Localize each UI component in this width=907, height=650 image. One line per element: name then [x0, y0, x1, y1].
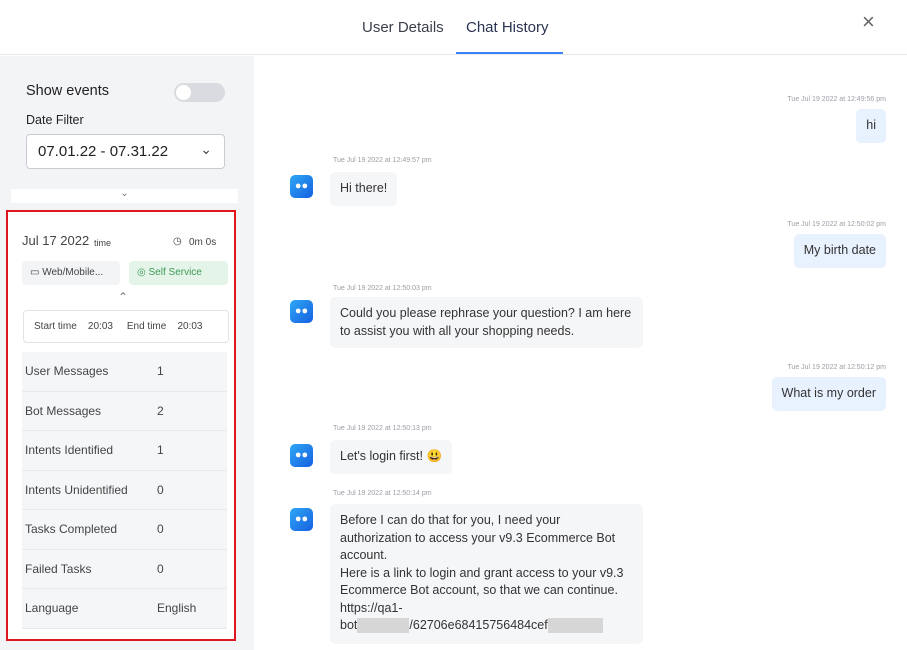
message-timestamp: Tue Jul 19 2022 at 12:50:14 pm [333, 490, 432, 497]
stat-value: 0 [157, 483, 164, 497]
bot-message: Hi there! [330, 172, 397, 206]
stat-row: User Messages1 [22, 352, 227, 392]
end-time-value: 20:03 [177, 321, 202, 332]
tab-user-details[interactable]: User Details [362, 19, 444, 36]
stat-value: 1 [157, 443, 164, 457]
redacted-text [357, 618, 409, 633]
stat-value: 0 [157, 522, 164, 536]
bot-message: Let's login first! 😃 [330, 440, 452, 474]
start-time-value: 20:03 [88, 321, 113, 332]
session-date: Jul 17 2022 [22, 233, 89, 248]
bot-message-text: Here is a link to login and grant access… [340, 565, 633, 618]
check-circle-icon: ◎ [137, 267, 149, 278]
user-message: hi [856, 109, 886, 143]
active-tab-indicator [456, 52, 563, 54]
message-timestamp: Tue Jul 19 2022 at 12:50:02 pm [787, 221, 886, 228]
status-badge: ◎ Self Service [129, 261, 228, 285]
stat-label: Bot Messages [25, 404, 157, 418]
bot-avatar-icon: ●● [290, 508, 313, 531]
channel-chip: ▭ Web/Mobile... [22, 261, 120, 285]
date-filter-label: Date Filter [26, 113, 84, 127]
redacted-text [548, 618, 603, 633]
stat-label: Language [25, 601, 157, 615]
stat-row: Tasks Completed0 [22, 510, 227, 550]
stat-row: Bot Messages2 [22, 392, 227, 432]
user-message: What is my order [772, 377, 886, 411]
bot-message: Could you please rephrase your question?… [330, 297, 643, 348]
session-stats: User Messages1 Bot Messages2 Intents Ide… [22, 352, 227, 629]
bot-message: Before I can do that for you, I need you… [330, 504, 643, 644]
stat-row: Failed Tasks0 [22, 550, 227, 590]
stat-row: Intents Identified1 [22, 431, 227, 471]
bot-avatar-icon: ●● [290, 175, 313, 198]
date-filter-value: 07.01.22 - 07.31.22 [38, 143, 168, 160]
chevron-down-icon: ⌄ [200, 141, 212, 158]
bot-avatar-icon: ●● [290, 444, 313, 467]
login-link[interactable]: bot/62706e68415756484cef [340, 617, 633, 635]
show-events-toggle[interactable] [174, 83, 225, 102]
session-card: Jul 17 2022 time ◷ 0m 0s ▭ Web/Mobile...… [6, 210, 236, 641]
channel-label: Web/Mobile... [42, 267, 103, 278]
link-part: /62706e68415756484cef [409, 618, 547, 632]
monitor-icon: ▭ [30, 267, 42, 278]
session-duration: 0m 0s [189, 237, 216, 248]
start-time-label: Start time [34, 321, 77, 332]
header: User Details Chat History × [0, 0, 907, 55]
stat-label: Tasks Completed [25, 522, 157, 536]
chevron-up-icon[interactable]: ⌃ [118, 290, 128, 304]
stat-row: LanguageEnglish [22, 589, 227, 629]
date-filter-select[interactable]: 07.01.22 - 07.31.22 ⌄ [26, 134, 225, 169]
stat-value: 1 [157, 364, 164, 378]
message-timestamp: Tue Jul 19 2022 at 12:49:56 pm [787, 96, 886, 103]
chevron-down-icon: ⌄ [120, 188, 128, 199]
message-timestamp: Tue Jul 19 2022 at 12:50:03 pm [333, 285, 432, 292]
session-times: Start time 20:03 End time 20:03 [23, 310, 229, 343]
stat-label: Failed Tasks [25, 562, 157, 576]
message-timestamp: Tue Jul 19 2022 at 12:49:57 pm [333, 157, 432, 164]
stat-label: User Messages [25, 364, 157, 378]
bot-avatar-icon: ●● [290, 300, 313, 323]
message-timestamp: Tue Jul 19 2022 at 12:50:13 pm [333, 425, 432, 432]
bot-message-text: Before I can do that for you, I need you… [340, 512, 633, 565]
status-label: Self Service [149, 267, 202, 278]
stat-label: Intents Identified [25, 443, 157, 457]
expand-toggle[interactable]: ⌄ [11, 189, 238, 203]
message-timestamp: Tue Jul 19 2022 at 12:50:12 pm [787, 364, 886, 371]
tab-chat-history[interactable]: Chat History [466, 19, 549, 36]
session-time-label: time [94, 238, 111, 248]
stat-row: Intents Unidentified0 [22, 471, 227, 511]
stat-label: Intents Unidentified [25, 483, 157, 497]
stat-value: English [157, 601, 196, 615]
stat-value: 0 [157, 562, 164, 576]
end-time-label: End time [127, 321, 166, 332]
stat-value: 2 [157, 404, 164, 418]
user-message: My birth date [794, 234, 886, 268]
link-part: bot [340, 618, 357, 632]
clock-icon: ◷ [173, 236, 182, 247]
show-events-label: Show events [26, 83, 109, 99]
close-icon[interactable]: × [862, 9, 875, 35]
